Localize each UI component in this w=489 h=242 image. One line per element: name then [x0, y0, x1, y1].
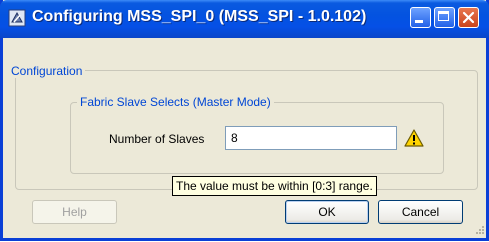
maximize-icon [438, 11, 449, 21]
ok-button[interactable]: OK [285, 200, 369, 224]
configuration-legend: Configuration [11, 64, 86, 78]
close-button[interactable] [458, 7, 479, 28]
dialog-window: Configuring MSS_SPI_0 (MSS_SPI - 1.0.102… [0, 0, 489, 241]
number-of-slaves-input[interactable] [225, 126, 397, 150]
title-bar[interactable]: Configuring MSS_SPI_0 (MSS_SPI - 1.0.102… [0, 0, 489, 38]
warning-icon [404, 129, 424, 147]
close-icon [462, 11, 475, 24]
window-title: Configuring MSS_SPI_0 (MSS_SPI - 1.0.102… [32, 8, 367, 25]
cancel-button[interactable]: Cancel [378, 200, 463, 224]
number-of-slaves-label: Number of Slaves [109, 132, 205, 146]
app-icon [8, 9, 26, 27]
minimize-icon [415, 20, 423, 23]
fabric-slave-selects-legend: Fabric Slave Selects (Master Mode) [77, 95, 274, 109]
validation-tooltip: The value must be within [0:3] range. [172, 176, 377, 196]
minimize-button[interactable] [410, 7, 431, 28]
resize-grip-icon[interactable] [473, 224, 485, 236]
maximize-button[interactable] [434, 7, 455, 28]
help-button[interactable]: Help [32, 200, 117, 224]
